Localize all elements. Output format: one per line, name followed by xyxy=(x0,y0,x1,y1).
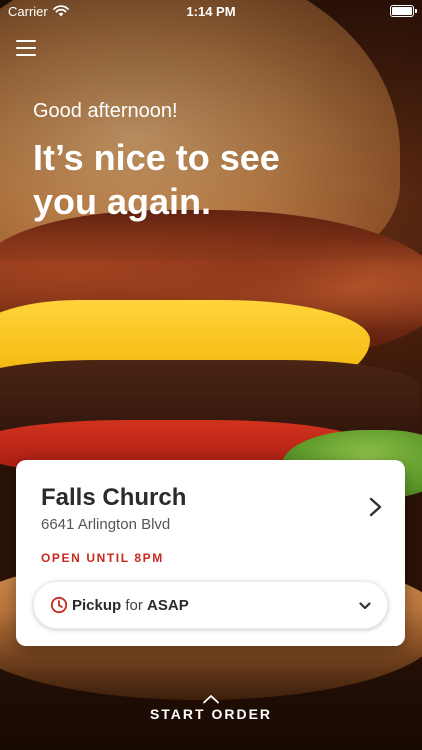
store-name: Falls Church xyxy=(41,484,187,511)
menu-icon-bar xyxy=(16,47,36,49)
chevron-right-icon[interactable] xyxy=(365,496,385,518)
start-order-button[interactable]: START ORDER xyxy=(0,694,422,724)
order-mode-selector[interactable]: Pickup for ASAP xyxy=(33,581,388,629)
order-mode-connector: for xyxy=(125,596,143,614)
greeting-text: Good afternoon! xyxy=(33,100,178,122)
status-time: 1:14 PM xyxy=(186,3,236,19)
menu-icon[interactable] xyxy=(16,40,36,56)
order-mode-label: Pickup xyxy=(72,596,122,614)
store-card[interactable]: Falls Church 6641 Arlington Blvd OPEN UN… xyxy=(16,460,405,646)
store-hours: OPEN UNTIL 8PM xyxy=(41,551,164,565)
start-order-label: START ORDER xyxy=(149,706,273,722)
clock-icon xyxy=(50,596,68,614)
menu-icon-bar xyxy=(16,54,36,56)
welcome-headline: It’s nice to see you again. xyxy=(33,137,280,222)
chevron-down-icon xyxy=(359,602,371,610)
status-bar: Carrier 1:14 PM xyxy=(0,0,422,22)
order-time-label: ASAP xyxy=(147,596,189,614)
store-address: 6641 Arlington Blvd xyxy=(41,516,171,533)
order-mode-text: Pickup for ASAP xyxy=(72,597,189,614)
chevron-up-icon xyxy=(203,695,219,704)
battery-icon xyxy=(390,5,417,17)
menu-icon-bar xyxy=(16,40,36,42)
